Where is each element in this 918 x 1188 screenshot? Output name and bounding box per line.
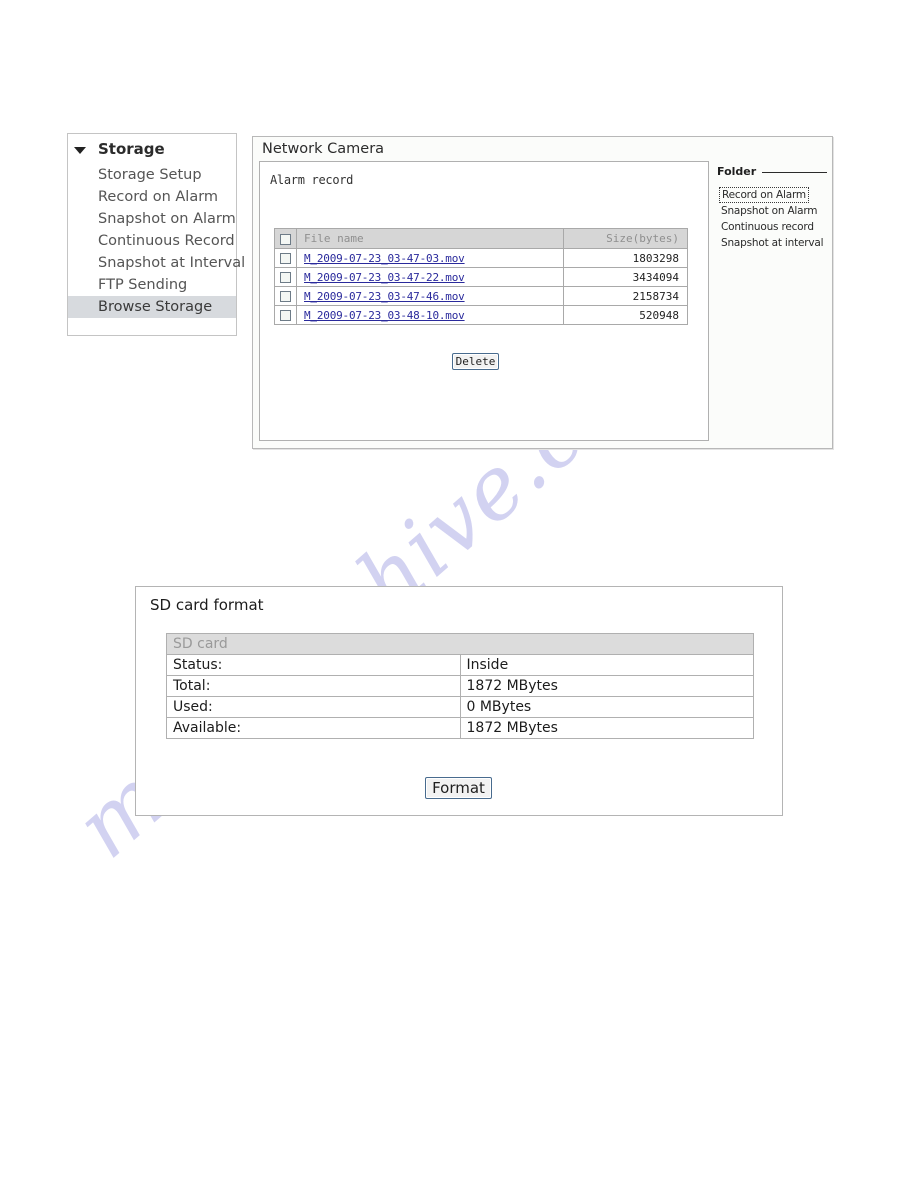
sd-used-key: Used:	[166, 696, 461, 718]
file-name-cell: M_2009-07-23_03-47-22.mov	[296, 267, 564, 287]
column-header-file-name[interactable]: File name	[296, 228, 564, 249]
table-row: M_2009-07-23_03-47-46.mov 2158734	[274, 286, 688, 306]
table-row: M_2009-07-23_03-48-10.mov 520948	[274, 305, 688, 325]
row-checkbox-cell[interactable]	[274, 286, 297, 306]
file-size-cell: 2158734	[563, 286, 688, 306]
triangle-down-icon	[74, 146, 86, 154]
table-row: M_2009-07-23_03-47-03.mov 1803298	[274, 248, 688, 268]
folder-heading: Folder	[717, 165, 827, 178]
sd-status-value: Inside	[459, 654, 754, 676]
sidebar-item-record-on-alarm[interactable]: Record on Alarm	[68, 186, 236, 208]
sd-status-key: Status:	[166, 654, 461, 676]
file-link[interactable]: M_2009-07-23_03-47-46.mov	[304, 290, 465, 303]
alarm-record-content: Alarm record File name Size(bytes) M_200…	[259, 161, 709, 441]
sd-table-row-available: Available: 1872 MBytes	[166, 717, 754, 739]
file-link[interactable]: M_2009-07-23_03-47-22.mov	[304, 271, 465, 284]
sd-available-value: 1872 MBytes	[459, 717, 754, 739]
file-name-cell: M_2009-07-23_03-48-10.mov	[296, 305, 564, 325]
sd-table-header-label: SD card	[166, 633, 754, 655]
file-size-cell: 520948	[563, 305, 688, 325]
table-header-row: File name Size(bytes)	[274, 228, 688, 249]
sd-table-header-row: SD card	[166, 633, 754, 655]
sd-table-row-total: Total: 1872 MBytes	[166, 675, 754, 697]
row-checkbox-cell[interactable]	[274, 305, 297, 325]
file-link[interactable]: M_2009-07-23_03-47-03.mov	[304, 252, 465, 265]
sd-table-row-status: Status: Inside	[166, 654, 754, 676]
folder-item-snapshot-on-alarm[interactable]: Snapshot on Alarm	[717, 203, 827, 219]
row-checkbox-cell[interactable]	[274, 267, 297, 287]
sd-card-info-table: SD card Status: Inside Total: 1872 MByte…	[166, 633, 754, 739]
sidebar-title: Storage	[98, 140, 165, 158]
sidebar-item-browse-storage[interactable]: Browse Storage	[68, 296, 236, 318]
file-size-cell: 3434094	[563, 267, 688, 287]
browse-storage-figure: Storage Storage Setup Record on Alarm Sn…	[0, 0, 918, 470]
sidebar-item-ftp-sending[interactable]: FTP Sending	[68, 274, 236, 296]
file-name-cell: M_2009-07-23_03-47-03.mov	[296, 248, 564, 268]
panel-title: Network Camera	[262, 141, 385, 157]
storage-sidebar: Storage Storage Setup Record on Alarm Sn…	[67, 133, 245, 336]
sd-used-value: 0 MBytes	[459, 696, 754, 718]
sidebar-item-snapshot-at-interval[interactable]: Snapshot at Interval	[68, 252, 245, 274]
sidebar-item-continuous-record[interactable]: Continuous Record	[68, 230, 236, 252]
folder-item-record-on-alarm-wrap: Record on Alarm	[717, 183, 827, 203]
sd-table-row-used: Used: 0 MBytes	[166, 696, 754, 718]
select-all-checkbox[interactable]	[280, 233, 291, 245]
folder-panel: Folder Record on Alarm Snapshot on Alarm…	[717, 161, 827, 441]
file-size-cell: 1803298	[563, 248, 688, 268]
row-checkbox-cell[interactable]	[274, 248, 297, 268]
row-checkbox[interactable]	[280, 310, 291, 321]
row-checkbox[interactable]	[280, 272, 291, 283]
sd-total-value: 1872 MBytes	[459, 675, 754, 697]
file-name-cell: M_2009-07-23_03-47-46.mov	[296, 286, 564, 306]
folder-item-snapshot-at-interval[interactable]: Snapshot at interval	[717, 235, 827, 251]
alarm-record-label: Alarm record	[270, 173, 354, 187]
sidebar-header[interactable]: Storage	[68, 134, 236, 164]
sidebar-item-storage-setup[interactable]: Storage Setup	[68, 164, 236, 186]
row-checkbox[interactable]	[280, 291, 291, 302]
folder-heading-rule	[762, 172, 827, 173]
sd-card-format-panel: SD card format SD card Status: Inside To…	[135, 586, 783, 816]
sidebar-item-snapshot-on-alarm[interactable]: Snapshot on Alarm	[68, 208, 236, 230]
network-camera-panel: Network Camera Alarm record File name Si…	[252, 136, 833, 449]
sd-available-key: Available:	[166, 717, 461, 739]
sd-total-key: Total:	[166, 675, 461, 697]
sd-card-format-title: SD card format	[150, 596, 264, 614]
column-header-size[interactable]: Size(bytes)	[563, 228, 688, 249]
format-button[interactable]: Format	[425, 777, 492, 799]
folder-list: Record on Alarm Snapshot on Alarm Contin…	[717, 183, 827, 251]
file-list-table: File name Size(bytes) M_2009-07-23_03-47…	[274, 228, 688, 325]
folder-item-continuous-record[interactable]: Continuous record	[717, 219, 827, 235]
table-row: M_2009-07-23_03-47-22.mov 3434094	[274, 267, 688, 287]
folder-heading-label: Folder	[717, 165, 757, 178]
folder-item-record-on-alarm[interactable]: Record on Alarm	[719, 187, 809, 203]
select-all-cell[interactable]	[274, 228, 297, 249]
row-checkbox[interactable]	[280, 253, 291, 264]
file-link[interactable]: M_2009-07-23_03-48-10.mov	[304, 309, 465, 322]
delete-button[interactable]: Delete	[452, 353, 499, 370]
